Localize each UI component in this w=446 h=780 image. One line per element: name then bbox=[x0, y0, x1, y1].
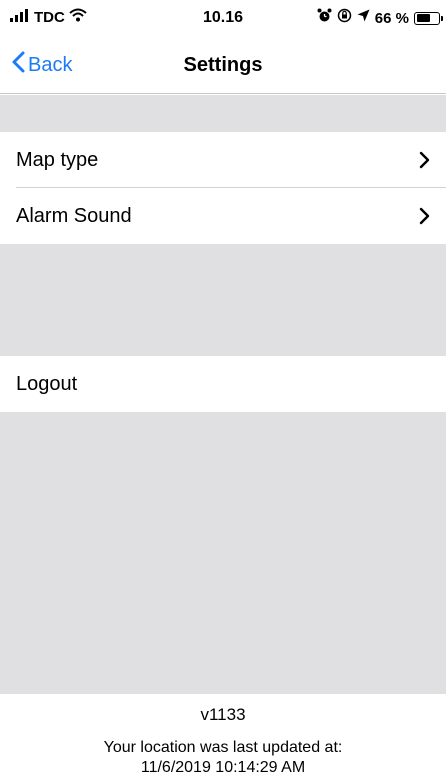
settings-item-map-type[interactable]: Map type bbox=[0, 132, 446, 188]
location-arrow-icon bbox=[357, 9, 370, 27]
battery-icon bbox=[414, 11, 443, 25]
battery-percent: 66 % bbox=[374, 9, 409, 27]
chevron-right-icon bbox=[419, 151, 430, 175]
alarm-icon bbox=[317, 8, 332, 28]
settings-item-label: Logout bbox=[16, 372, 78, 395]
group-spacer-middle bbox=[0, 244, 446, 356]
settings-item-label: Map type bbox=[16, 148, 99, 171]
settings-item-alarm-sound[interactable]: Alarm Sound bbox=[0, 188, 446, 244]
status-bar: TDC 10.16 66 % bbox=[0, 0, 446, 40]
settings-item-logout[interactable]: Logout bbox=[0, 356, 446, 412]
location-update-label: Your location was last updated at: bbox=[103, 739, 343, 756]
rotation-lock-icon bbox=[337, 8, 352, 28]
navigation-bar: Back Settings bbox=[0, 40, 446, 94]
status-right: 66 % bbox=[317, 8, 443, 28]
app-version: v1133 bbox=[200, 705, 246, 724]
chevron-right-icon bbox=[419, 207, 430, 231]
battery-fill bbox=[416, 14, 431, 22]
page-title: Settings bbox=[183, 54, 263, 76]
settings-item-label: Alarm Sound bbox=[16, 204, 132, 227]
location-update-timestamp: 11/6/2019 10:14:29 AM bbox=[140, 759, 306, 776]
location-update-text: Your location was last updated at: 11/6/… bbox=[0, 738, 446, 778]
group-spacer-top bbox=[0, 95, 446, 132]
group-spacer-bottom bbox=[0, 412, 446, 694]
